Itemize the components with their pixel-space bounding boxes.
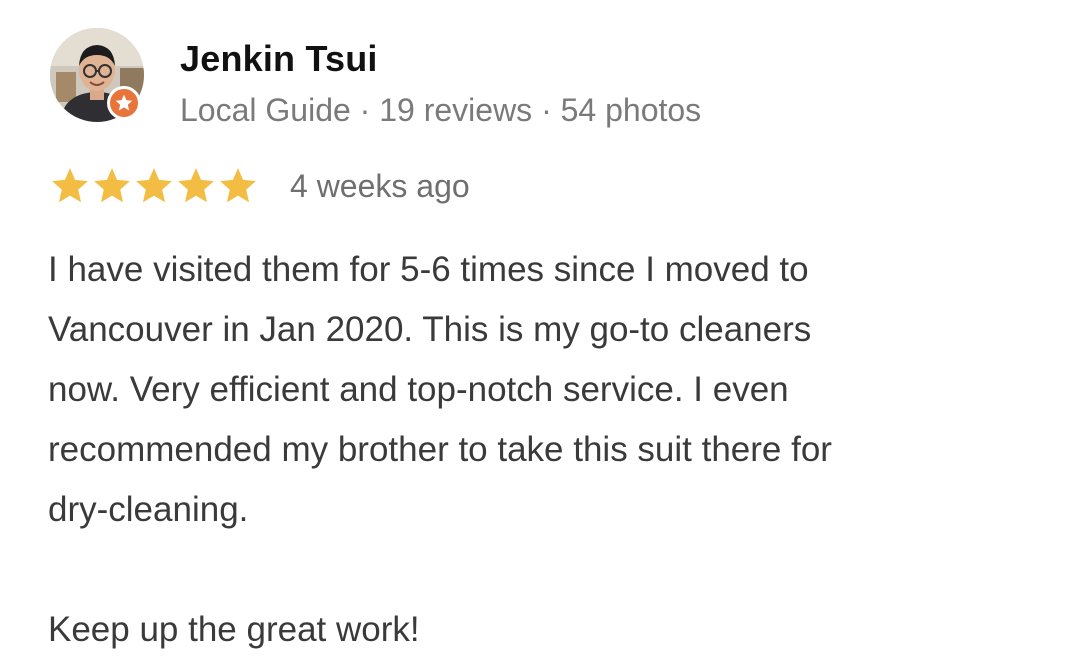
review-date: 4 weeks ago — [290, 167, 470, 204]
star-icon — [178, 168, 214, 203]
review-card: Jenkin Tsui Local Guide · 19 reviews · 5… — [0, 0, 1068, 670]
review-closing-line: Keep up the great work! — [48, 610, 420, 649]
star-rating — [48, 165, 258, 207]
star-icon — [52, 168, 88, 203]
star-icon — [94, 168, 130, 203]
review-body: I have visited them for 5-6 times since … — [48, 240, 1038, 660]
reviewer-name[interactable]: Jenkin Tsui — [180, 38, 378, 80]
reviewer-meta: Local Guide · 19 reviews · 54 photos — [180, 92, 702, 128]
local-guide-star-icon — [107, 86, 141, 120]
reviewer-avatar[interactable] — [50, 28, 144, 122]
rating-row: 4 weeks ago — [48, 164, 470, 208]
review-line: dry-cleaning. — [48, 490, 249, 529]
review-line: I have visited them for 5-6 times since … — [48, 250, 809, 289]
star-icon — [136, 168, 172, 203]
star-icon — [220, 168, 256, 203]
review-line: now. Very efficient and top-notch servic… — [48, 370, 789, 409]
review-line: recommended my brother to take this suit… — [48, 430, 832, 469]
review-line: Vancouver in Jan 2020. This is my go-to … — [48, 310, 812, 349]
